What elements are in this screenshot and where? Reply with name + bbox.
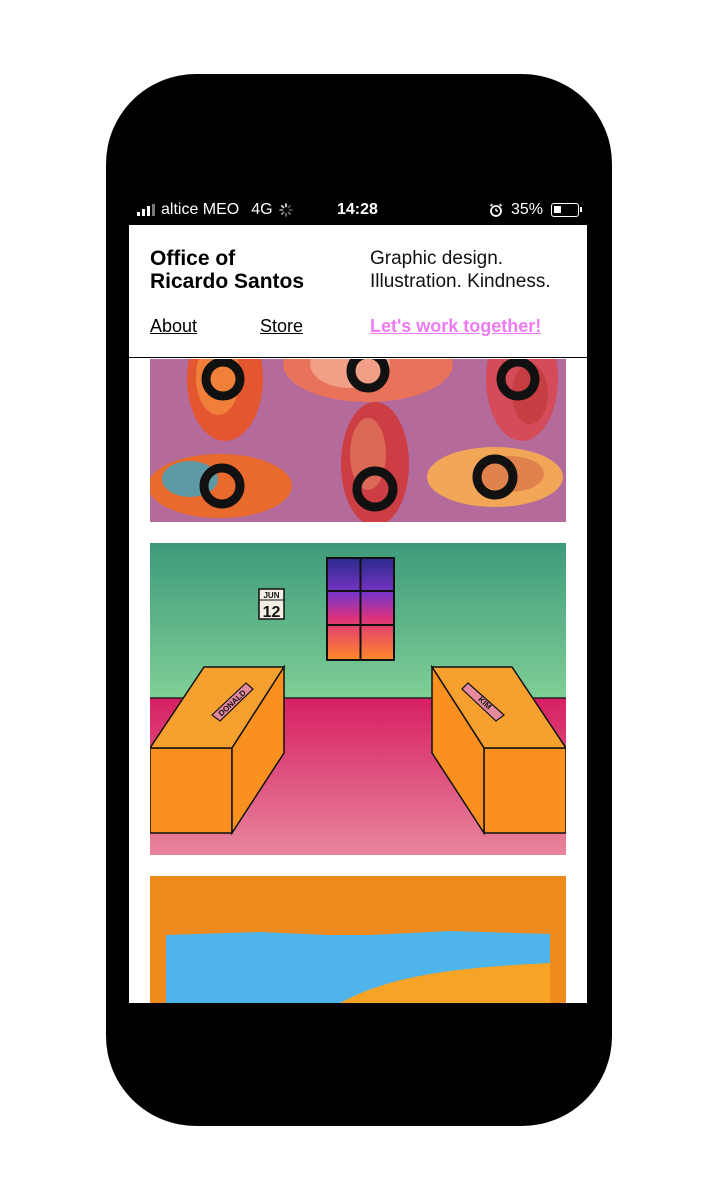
tagline-line-2: Illustration. Kindness.: [370, 271, 551, 292]
signal-icon: [137, 204, 155, 216]
site-header: Office of Ricardo Santos Graphic design.…: [129, 225, 587, 358]
alarm-icon: [489, 203, 503, 217]
nav-store-link[interactable]: Store: [260, 316, 303, 337]
loading-spinner-icon: [278, 203, 293, 217]
tagline: Graphic design. Illustration. Kindness.: [370, 247, 570, 293]
lets-work-together-link[interactable]: Let's work together!: [370, 316, 541, 337]
brand-line-2: Ricardo Santos: [150, 270, 305, 293]
clock-time: 14:28: [337, 201, 378, 218]
calendar-icon: JUN 12: [258, 588, 285, 621]
status-right: 35%: [489, 201, 582, 219]
status-left: altice MEO 4G: [137, 201, 293, 219]
calendar-day: 12: [263, 604, 281, 621]
battery-percent: 35%: [510, 201, 543, 218]
status-bar: altice MEO 4G 14:28 35%: [129, 191, 587, 225]
tagline-line-1: Graphic design.: [370, 248, 504, 269]
artwork-orange-blue-image[interactable]: [150, 876, 566, 1003]
phone-screen: altice MEO 4G 14:28 35% Office of Ricard…: [129, 191, 587, 1003]
window-icon: [326, 557, 395, 661]
artwork-leaves-image[interactable]: [150, 359, 566, 522]
nav-about-link[interactable]: About: [150, 316, 197, 337]
battery-level-fill: [554, 206, 561, 213]
artwork-room-desks-image[interactable]: JUN 12 DONALD KIM: [150, 543, 566, 855]
calendar-month: JUN: [263, 591, 279, 600]
brand-logo[interactable]: Office of Ricardo Santos: [150, 247, 350, 293]
network-label: 4G: [251, 201, 273, 218]
brand-line-1: Office of: [150, 247, 236, 270]
battery-icon: [551, 203, 582, 217]
carrier-label: altice MEO: [161, 201, 240, 218]
